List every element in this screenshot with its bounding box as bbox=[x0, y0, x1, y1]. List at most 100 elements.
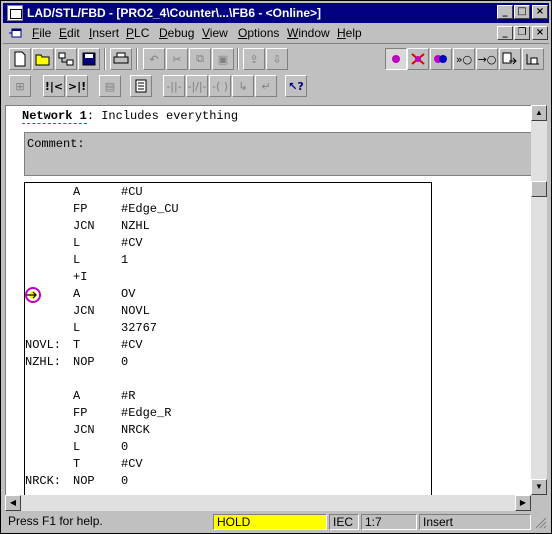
upload-icon[interactable]: ⇪ bbox=[243, 48, 265, 70]
menu-debug[interactable]: Debug bbox=[159, 26, 194, 40]
code-line[interactable]: A #CU bbox=[25, 185, 425, 202]
symbol-table-icon[interactable]: ▤ bbox=[99, 75, 121, 97]
code-line[interactable]: JCN NRCK bbox=[25, 423, 425, 440]
menu-edit[interactable]: Edit bbox=[59, 26, 80, 40]
overview-icon[interactable]: ⊞ bbox=[9, 75, 31, 97]
contact-no-icon[interactable]: -||- bbox=[163, 75, 185, 97]
code-line[interactable]: A OV bbox=[25, 287, 425, 304]
stl-code-area[interactable]: A #CU FP #Edge_CU JCN NZHL L #CV L 1 +I A OV JCN NOVL L… bbox=[24, 182, 432, 496]
next-statement-icon[interactable]: →○ bbox=[476, 48, 498, 70]
catalog-icon[interactable] bbox=[130, 75, 152, 97]
close-button[interactable]: × bbox=[532, 5, 548, 19]
code-line[interactable]: T #CV bbox=[25, 457, 425, 474]
code-line[interactable]: NRCK: NOP 0 bbox=[25, 474, 425, 491]
network-comment[interactable]: Comment: bbox=[24, 132, 532, 176]
app-icon[interactable] bbox=[7, 5, 23, 21]
code-line[interactable]: NOVL: T #CV bbox=[25, 338, 425, 355]
code-operand: 0 bbox=[121, 474, 129, 488]
code-operation: JCN bbox=[73, 219, 95, 233]
cut-icon[interactable]: ✂ bbox=[166, 48, 188, 70]
code-line[interactable]: L #CV bbox=[25, 236, 425, 253]
code-operand: 32767 bbox=[121, 321, 158, 335]
menu-help[interactable]: Help bbox=[337, 26, 362, 40]
code-label: NRCK: bbox=[25, 474, 62, 488]
menu-window[interactable]: Window bbox=[287, 26, 330, 40]
code-editor[interactable]: Network 1: Includes everything Comment: … bbox=[5, 105, 533, 497]
code-line[interactable]: L0 bbox=[25, 440, 425, 457]
resume-icon[interactable]: »○ bbox=[453, 48, 475, 70]
code-line[interactable]: A #R bbox=[25, 389, 425, 406]
branch-open-icon[interactable]: ↳ bbox=[232, 75, 254, 97]
paste-icon[interactable]: ▣ bbox=[212, 48, 234, 70]
status-mode: HOLD bbox=[213, 514, 327, 530]
code-line[interactable]: NZHL: NOP 0 bbox=[25, 355, 425, 372]
code-line[interactable]: JCN NOVL bbox=[25, 304, 425, 321]
contact-nc-icon[interactable]: -|/|- bbox=[186, 75, 208, 97]
document-icon[interactable] bbox=[9, 27, 23, 39]
code-operation: L bbox=[73, 253, 81, 267]
code-label: NZHL: bbox=[25, 355, 62, 369]
maximize-button[interactable]: □ bbox=[514, 5, 530, 19]
code-operand: NZHL bbox=[121, 219, 150, 233]
horizontal-scrollbar[interactable]: ◀ ▶ bbox=[5, 495, 531, 511]
code-line[interactable]: L 32767 bbox=[25, 321, 425, 338]
mdi-close-button[interactable]: × bbox=[532, 26, 548, 40]
copy-icon[interactable]: ⧉ bbox=[189, 48, 211, 70]
status-bar: Press F1 for help. HOLD IEC 1:7 Insert bbox=[3, 513, 549, 531]
code-operation: FP bbox=[73, 202, 88, 216]
branch-close-icon[interactable]: ↵ bbox=[255, 75, 277, 97]
block-status-icon[interactable] bbox=[522, 48, 544, 70]
resize-grip[interactable] bbox=[533, 515, 547, 529]
code-operation: NOP bbox=[73, 474, 95, 488]
print-icon[interactable] bbox=[110, 48, 132, 70]
code-label: NOVL: bbox=[25, 338, 62, 352]
breakpoint-list-icon[interactable] bbox=[430, 48, 452, 70]
minimize-button[interactable]: _ bbox=[497, 5, 513, 19]
code-operation: FP bbox=[73, 406, 88, 420]
breakpoint-icon[interactable] bbox=[407, 48, 429, 70]
status-insert: Insert bbox=[419, 514, 531, 530]
open-icon[interactable] bbox=[32, 48, 54, 70]
menu-view[interactable]: View bbox=[202, 26, 228, 40]
download-icon[interactable]: ⇩ bbox=[266, 48, 288, 70]
context-help-icon[interactable]: ↖? bbox=[285, 75, 307, 97]
menu-file[interactable]: File bbox=[32, 26, 51, 40]
code-line[interactable]: +I bbox=[25, 270, 425, 287]
insert-element-icon[interactable]: >|! bbox=[66, 75, 88, 97]
scroll-down-button[interactable]: ▼ bbox=[531, 479, 547, 495]
code-line[interactable]: FP #Edge_R bbox=[25, 406, 425, 423]
code-operation: L bbox=[73, 440, 81, 454]
scroll-right-button[interactable]: ▶ bbox=[515, 495, 531, 511]
breakpoint-arrow-icon[interactable] bbox=[25, 287, 41, 303]
menu-plc[interactable]: PLC bbox=[126, 26, 149, 40]
insert-network-icon[interactable]: !|< bbox=[43, 75, 65, 97]
code-line[interactable]: FP #Edge_CU bbox=[25, 202, 425, 219]
code-operation: +I bbox=[73, 270, 88, 284]
undo-icon[interactable]: ↶ bbox=[143, 48, 165, 70]
execute-call-icon[interactable] bbox=[499, 48, 521, 70]
mdi-restore-button[interactable]: ❐ bbox=[514, 26, 530, 40]
menu-insert[interactable]: Insert bbox=[89, 26, 119, 40]
save-icon[interactable] bbox=[78, 48, 100, 70]
title-bar[interactable]: LAD/STL/FBD - [PRO2_4\Counter\...\FB6 - … bbox=[3, 3, 549, 23]
mdi-minimize-button[interactable]: _ bbox=[497, 26, 513, 40]
network-title-text[interactable]: : Includes everything bbox=[87, 109, 238, 123]
monitor-icon[interactable] bbox=[385, 48, 407, 70]
code-operand: #Edge_CU bbox=[121, 202, 179, 216]
menu-options[interactable]: Options bbox=[238, 26, 279, 40]
code-operand: NRCK bbox=[121, 423, 150, 437]
coil-icon[interactable]: -( ) bbox=[209, 75, 231, 97]
scroll-up-button[interactable]: ▲ bbox=[531, 105, 547, 121]
network-label[interactable]: Network 1 bbox=[22, 109, 87, 124]
code-operand: OV bbox=[121, 287, 136, 301]
new-icon[interactable] bbox=[9, 48, 31, 70]
network-title: Network 1: Includes everything bbox=[22, 109, 238, 124]
network-icon[interactable] bbox=[55, 48, 77, 70]
vertical-scrollbar[interactable]: ▲ ▼ bbox=[531, 105, 547, 495]
menu-bar: File Edit Insert PLC Debug View Options … bbox=[3, 23, 549, 43]
code-line[interactable] bbox=[25, 372, 425, 389]
vertical-scroll-thumb[interactable] bbox=[531, 181, 547, 197]
scroll-left-button[interactable]: ◀ bbox=[5, 495, 21, 511]
code-line[interactable]: JCN NZHL bbox=[25, 219, 425, 236]
code-line[interactable]: L1 bbox=[25, 253, 425, 270]
